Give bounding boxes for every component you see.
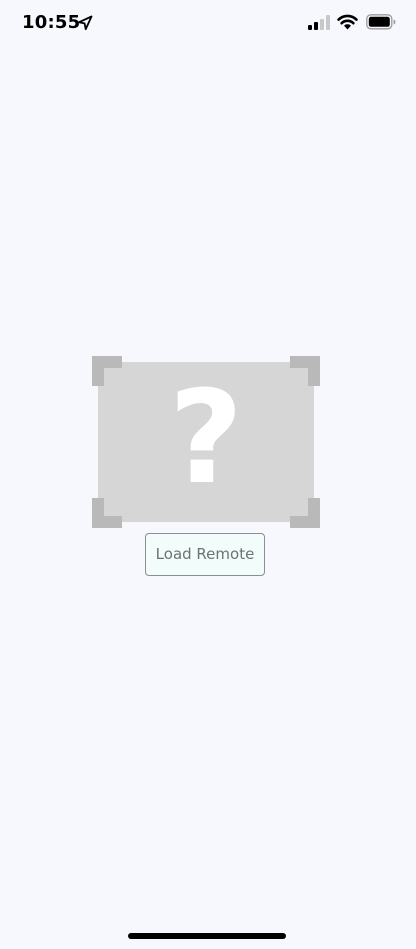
missing-image-placeholder-icon: ? [92, 356, 320, 528]
battery-icon [366, 14, 396, 30]
location-arrow-icon [77, 15, 93, 31]
cellular-signal-icon [308, 15, 330, 30]
load-remote-button[interactable]: Load Remote [145, 533, 265, 576]
home-indicator[interactable] [128, 933, 286, 939]
status-bar: 10:55 [0, 0, 416, 48]
status-time: 10:55 [22, 12, 81, 33]
wifi-icon [337, 14, 358, 30]
question-mark-icon: ? [168, 364, 244, 513]
